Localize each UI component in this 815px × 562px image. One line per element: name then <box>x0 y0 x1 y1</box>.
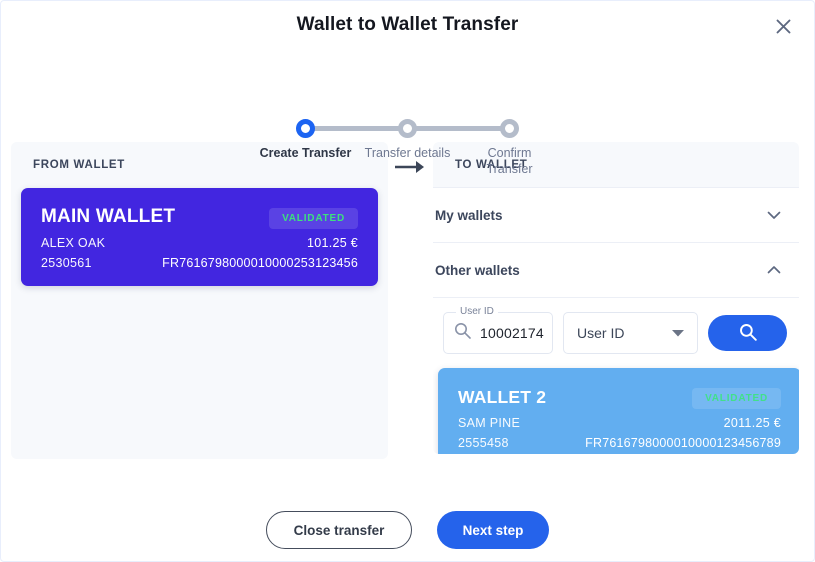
to-wallet-panel: TO WALLET My wallets Other wallets User … <box>433 142 799 454</box>
modal-header: Wallet to Wallet Transfer <box>1 1 814 49</box>
to-card-wrapper: WALLET 2 VALIDATED SAM PINE 2011.25 € 25… <box>435 354 799 454</box>
wallet-id: 2555458 <box>458 436 509 450</box>
wallet-name: MAIN WALLET <box>41 206 176 227</box>
wallet-amount: 101.25 € <box>306 236 358 250</box>
chevron-up-icon <box>765 261 783 279</box>
step-create-transfer[interactable]: Create Transfer <box>258 61 354 177</box>
search-input-label: User ID <box>456 306 498 317</box>
accordion-my-wallets[interactable]: My wallets <box>433 188 799 243</box>
status-badge: VALIDATED <box>692 388 781 409</box>
from-wallet-card[interactable]: MAIN WALLET VALIDATED ALEX OAK 101.25 € … <box>21 188 378 286</box>
search-input[interactable]: User ID 10002174 <box>443 306 553 354</box>
wallet-amount: 2011.25 € <box>723 416 781 430</box>
page-title: Wallet to Wallet Transfer <box>296 14 519 35</box>
search-type-select[interactable]: User ID <box>563 312 698 354</box>
close-transfer-button[interactable]: Close transfer <box>266 511 412 549</box>
step-dot-icon <box>398 119 417 138</box>
panels-row: FROM WALLET MAIN WALLET VALIDATED ALEX O… <box>1 142 814 462</box>
wallet-owner: ALEX OAK <box>41 236 106 250</box>
modal-footer: Close transfer Next step <box>1 511 814 549</box>
step-label: Transfer details <box>364 146 451 160</box>
transfer-modal: Wallet to Wallet Transfer Create Transfe… <box>0 0 815 562</box>
chevron-down-icon <box>765 206 783 224</box>
wallet-id: 2530561 <box>41 256 92 270</box>
step-label: Create Transfer <box>259 146 352 160</box>
search-input-value: 10002174 <box>480 325 544 341</box>
search-row: User ID 10002174 User ID <box>435 306 797 354</box>
wallet-iban: FR7616798000010000123456789 <box>585 436 781 450</box>
from-wallet-panel: FROM WALLET MAIN WALLET VALIDATED ALEX O… <box>11 142 388 459</box>
from-card-wrapper: MAIN WALLET VALIDATED ALEX OAK 101.25 € … <box>11 188 388 286</box>
caret-down-icon <box>672 324 684 342</box>
search-icon <box>454 322 471 344</box>
to-wallet-card[interactable]: WALLET 2 VALIDATED SAM PINE 2011.25 € 25… <box>438 368 799 454</box>
accordion-title: Other wallets <box>435 262 520 278</box>
select-value: User ID <box>577 325 625 341</box>
step-transfer-details[interactable]: Transfer details <box>360 61 456 177</box>
wallet-iban: FR7616798000010000253123456 <box>162 256 358 270</box>
stepper: Create Transfer Transfer details Confirm… <box>258 61 558 176</box>
step-confirm-transfer[interactable]: Confirm Transfer <box>462 61 558 177</box>
step-label: Confirm Transfer <box>486 146 533 176</box>
search-icon <box>739 323 757 344</box>
step-dot-icon <box>500 119 519 138</box>
status-badge: VALIDATED <box>269 208 358 229</box>
step-dot-icon <box>296 119 315 138</box>
accordion-title: My wallets <box>435 207 503 223</box>
wallet-name: WALLET 2 <box>458 387 547 407</box>
search-button[interactable] <box>708 315 787 351</box>
from-panel-title: FROM WALLET <box>33 159 126 171</box>
other-wallets-body: User ID 10002174 User ID WALLET 2 VALIDA… <box>433 298 799 454</box>
close-icon[interactable] <box>770 13 796 39</box>
accordion-other-wallets[interactable]: Other wallets <box>433 243 799 298</box>
next-step-button[interactable]: Next step <box>437 511 549 549</box>
wallet-owner: SAM PINE <box>458 416 521 430</box>
